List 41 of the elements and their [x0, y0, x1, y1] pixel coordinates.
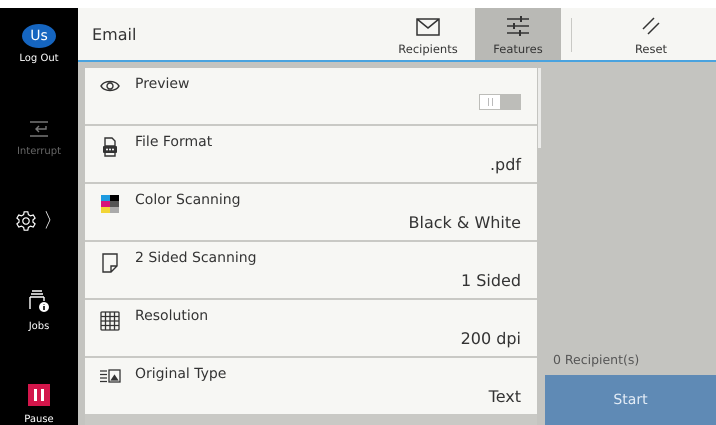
interrupt-icon: [28, 120, 50, 138]
feature-row[interactable]: 2 Sided Scanning 1 Sided: [85, 242, 537, 298]
jobs-button[interactable]: Jobs: [28, 289, 50, 332]
feature-label: Resolution: [135, 308, 210, 324]
sliders-icon: [506, 16, 530, 36]
tab[interactable]: Features: [475, 8, 561, 60]
feature-label: 2 Sided Scanning: [135, 250, 258, 266]
reset-icon: [641, 16, 661, 36]
pause-icon: [28, 384, 50, 406]
file-format-icon: [102, 137, 118, 157]
page-icon: [102, 253, 118, 273]
feature-label: File Format: [135, 134, 214, 150]
feature-value: Text: [488, 387, 521, 406]
feature-row[interactable]: Resolution 200 dpi: [85, 300, 537, 356]
feature-value: Black & White: [408, 213, 521, 232]
feature-value: 200 dpi: [460, 329, 521, 348]
recipient-count: 0 Recipient(s): [552, 352, 640, 369]
feature-value: 1 Sided: [460, 271, 521, 290]
reset-button[interactable]: Reset: [586, 8, 716, 60]
feature-row[interactable]: Preview: [85, 68, 537, 124]
envelope-icon: [416, 18, 440, 36]
feature-value: .pdf: [490, 155, 521, 174]
jobs-icon: [28, 289, 50, 313]
text-image-icon: [99, 369, 121, 383]
eye-icon: [100, 79, 120, 93]
user-avatar[interactable]: Us: [22, 24, 56, 48]
pause-button[interactable]: Pause: [24, 384, 54, 425]
feature-row[interactable]: File Format .pdf: [85, 126, 537, 182]
feature-label: Color Scanning: [135, 192, 242, 208]
feature-label: Preview: [135, 76, 190, 92]
feature-row[interactable]: Original Type Text: [85, 358, 537, 414]
log-out-label[interactable]: Log Out: [19, 53, 59, 64]
settings-button[interactable]: 〉: [15, 207, 63, 234]
tab[interactable]: Recipients: [385, 8, 471, 60]
feature-row[interactable]: Color Scanning Black & White: [85, 184, 537, 240]
grid-icon: [100, 311, 120, 331]
preview-toggle[interactable]: [479, 94, 521, 110]
page-title: Email: [92, 24, 138, 44]
color-swatches-icon: [101, 195, 119, 213]
settings-icon: [15, 210, 37, 232]
feature-label: Original Type: [135, 366, 228, 382]
